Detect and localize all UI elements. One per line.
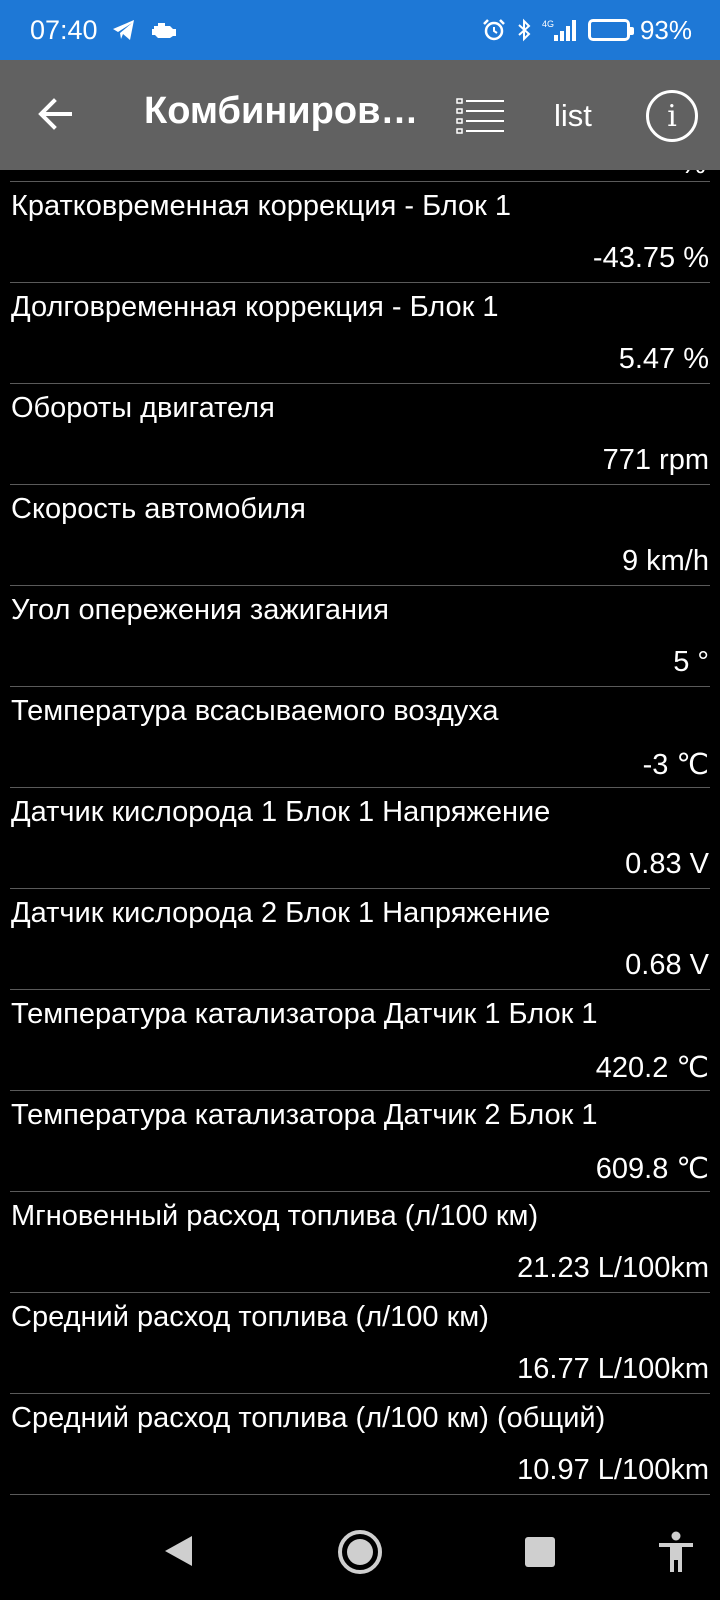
battery-icon <box>587 19 634 41</box>
partial-param-value: % <box>680 170 706 181</box>
param-name: Датчик кислорода 1 Блок 1 Напряжение <box>11 796 551 828</box>
list-item[interactable]: Скорость автомобиля 9 km/h <box>10 484 710 585</box>
status-bar-right: 4G 93% <box>482 15 692 46</box>
list-item[interactable]: Долговременная коррекция - Блок 1 5.47 % <box>10 282 710 383</box>
param-value: 771 rpm <box>602 444 709 476</box>
parameter-list-viewport[interactable]: % Кратковременная коррекция - Блок 1 -43.… <box>0 170 720 1500</box>
param-name: Кратковременная коррекция - Блок 1 <box>11 190 512 222</box>
param-name: Датчик кислорода 2 Блок 1 Напряжение <box>11 897 551 929</box>
app-toolbar: Комбиниров… list i <box>0 60 720 170</box>
list-item[interactable]: Кратковременная коррекция - Блок 1 -43.75… <box>10 181 710 282</box>
status-bar-left: 07:40 <box>30 15 178 46</box>
param-value: 21.23 L/100km <box>517 1252 709 1284</box>
param-value: 9 km/h <box>621 545 709 577</box>
car-engine-icon <box>150 20 178 40</box>
battery-percent: 93% <box>639 14 692 45</box>
list-item[interactable]: Температура катализатора Датчик 1 Блок 1… <box>10 989 710 1090</box>
param-name: Температура катализатора Датчик 2 Блок 1 <box>11 1099 598 1131</box>
list-item[interactable]: Угол опережения зажигания 5 ° <box>10 585 710 686</box>
nav-home-icon[interactable] <box>338 1530 382 1574</box>
param-name: Угол опережения зажигания <box>11 594 389 626</box>
param-name: Средний расход топлива (л/100 км) <box>11 1301 489 1333</box>
param-value: 5.47 % <box>618 343 709 375</box>
list-item[interactable]: Температура катализатора Датчик 2 Блок 1… <box>10 1090 710 1191</box>
param-name: Скорость автомобиля <box>11 493 306 525</box>
navigation-bar <box>0 1500 720 1600</box>
page-title: Комбиниров… <box>144 90 414 132</box>
status-bar: 07:40 4G 93% <box>0 0 720 60</box>
list-item[interactable]: Средний расход топлива (л/100 км) (общий… <box>10 1393 710 1494</box>
back-arrow-icon[interactable] <box>34 92 78 136</box>
list-item[interactable]: Мгновенный расход топлива (л/100 км) 21.2… <box>10 1191 710 1292</box>
list-item[interactable]: Температура всасываемого воздуха -3 ℃ <box>10 686 710 787</box>
list-item[interactable]: Обороты двигателя 771 rpm <box>10 383 710 484</box>
param-value: 10.97 L/100km <box>517 1454 709 1486</box>
param-name: Температура всасываемого воздуха <box>11 695 499 727</box>
param-name: Средний расход топлива (л/100 км) (общий… <box>11 1402 606 1434</box>
param-value: 16.77 L/100km <box>517 1353 709 1385</box>
param-name: Мгновенный расход топлива (л/100 км) <box>11 1200 539 1232</box>
list-mode-button[interactable]: list <box>554 98 592 134</box>
param-value: -3 ℃ <box>642 749 709 781</box>
param-value: 0.68 V <box>625 949 709 981</box>
list-item[interactable]: Датчик кислорода 1 Блок 1 Напряжение 0.83… <box>10 787 710 888</box>
nav-recents-icon[interactable] <box>525 1537 555 1567</box>
list-item[interactable]: Датчик кислорода 2 Блок 1 Напряжение 0.68… <box>10 888 710 989</box>
info-label: i <box>667 98 677 134</box>
param-name: Обороты двигателя <box>11 392 275 424</box>
info-icon[interactable]: i <box>646 90 698 142</box>
param-name: Долговременная коррекция - Блок 1 <box>11 291 499 323</box>
param-value: 609.8 ℃ <box>595 1153 709 1185</box>
parameter-list: Кратковременная коррекция - Блок 1 -43.75… <box>0 181 720 1495</box>
bluetooth-icon <box>516 18 532 42</box>
param-value: -43.75 % <box>592 242 709 274</box>
alarm-icon <box>482 18 506 42</box>
4g-signal-icon: 4G <box>542 18 578 42</box>
nav-back-icon[interactable] <box>162 1534 196 1568</box>
list-view-icon[interactable] <box>456 96 506 136</box>
clock: 07:40 <box>30 14 98 45</box>
param-name: Температура катализатора Датчик 1 Блок 1 <box>11 998 598 1030</box>
param-value: 5 ° <box>673 646 709 678</box>
accessibility-icon[interactable] <box>656 1530 696 1574</box>
param-value: 0.83 V <box>625 848 709 880</box>
list-divider <box>10 1494 710 1495</box>
param-value: 420.2 ℃ <box>595 1052 709 1084</box>
network-type-label: 4G <box>542 19 554 29</box>
list-item[interactable]: Средний расход топлива (л/100 км) 16.77 L… <box>10 1292 710 1393</box>
telegram-icon <box>112 19 136 41</box>
